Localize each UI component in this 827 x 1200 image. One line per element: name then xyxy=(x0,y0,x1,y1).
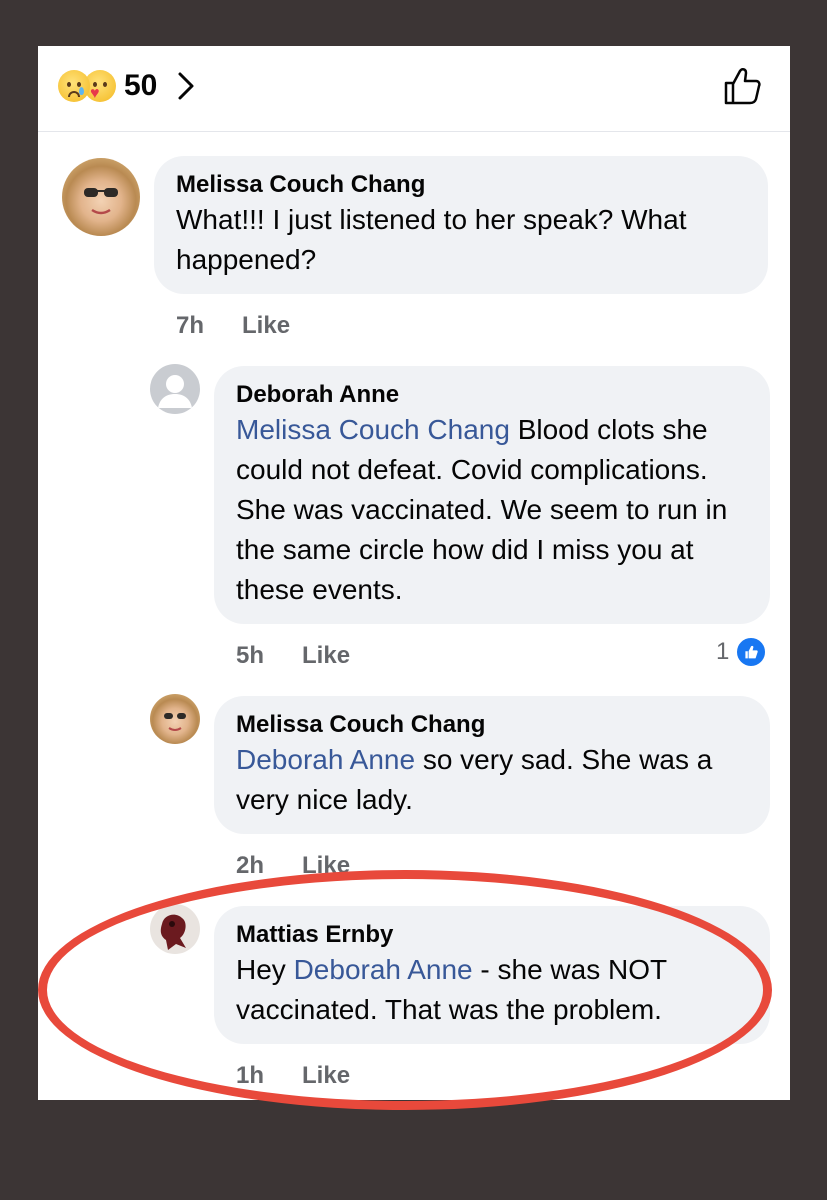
avatar[interactable] xyxy=(150,904,200,954)
profile-photo xyxy=(160,914,186,950)
profile-photo xyxy=(164,713,186,731)
comment-time[interactable]: 5h xyxy=(236,642,264,670)
reactions-header: ♥ 50 xyxy=(38,46,790,132)
sad-icon xyxy=(58,70,90,102)
comment-author[interactable]: Melissa Couch Chang xyxy=(236,710,748,740)
comment-author[interactable]: Deborah Anne xyxy=(236,380,748,410)
profile-photo xyxy=(84,188,118,215)
comment-time[interactable]: 7h xyxy=(176,312,204,340)
chevron-right-icon xyxy=(178,72,194,100)
comment-meta: 7h Like xyxy=(176,312,290,340)
like-button[interactable]: Like xyxy=(302,642,350,670)
mention-link[interactable]: Melissa Couch Chang xyxy=(236,414,510,445)
comment-author[interactable]: Mattias Ernby xyxy=(236,920,748,950)
comment-meta: 2h Like xyxy=(236,852,350,880)
like-button[interactable]: Like xyxy=(302,1062,350,1090)
comment-text: Deborah Anne so very sad. She was a very… xyxy=(236,744,713,815)
mention-link[interactable]: Deborah Anne xyxy=(236,744,415,775)
reaction-count: 50 xyxy=(124,69,158,102)
like-button[interactable]: Like xyxy=(242,312,290,340)
comment-meta: 1h Like xyxy=(236,1062,350,1090)
comment-text: Melissa Couch Chang Blood clots she coul… xyxy=(236,414,728,605)
avatar[interactable] xyxy=(62,158,140,236)
reactions-summary[interactable]: ♥ 50 xyxy=(58,66,197,106)
comment-time[interactable]: 1h xyxy=(236,1062,264,1090)
like-reaction-icon xyxy=(735,636,768,668)
comment-text: What!!! I just listened to her speak? Wh… xyxy=(176,204,687,275)
comment-bubble: Mattias Ernby Hey Deborah Anne - she was… xyxy=(214,906,770,1044)
avatar[interactable] xyxy=(150,364,200,414)
comment-author[interactable]: Melissa Couch Chang xyxy=(176,170,746,200)
like-button[interactable]: Like xyxy=(302,852,350,880)
comment-reactions[interactable]: 1 xyxy=(716,636,768,668)
mention-link[interactable]: Deborah Anne xyxy=(294,954,473,985)
comment-meta: 5h Like xyxy=(236,642,350,670)
comment-bubble: Melissa Couch Chang What!!! I just liste… xyxy=(154,156,768,294)
comment-bubble: Melissa Couch Chang Deborah Anne so very… xyxy=(214,696,770,834)
comment-panel: ♥ 50 Melissa Couch Chang What!!! I just … xyxy=(38,46,790,1100)
comment-text: Hey Deborah Anne - she was NOT vaccinate… xyxy=(236,954,667,1025)
avatar[interactable] xyxy=(150,694,200,744)
comment-time[interactable]: 2h xyxy=(236,852,264,880)
comment-bubble: Deborah Anne Melissa Couch Chang Blood c… xyxy=(214,366,770,624)
thumbs-up-icon[interactable] xyxy=(722,66,762,106)
comment-reaction-count: 1 xyxy=(716,638,730,665)
default-avatar-icon xyxy=(158,375,192,408)
